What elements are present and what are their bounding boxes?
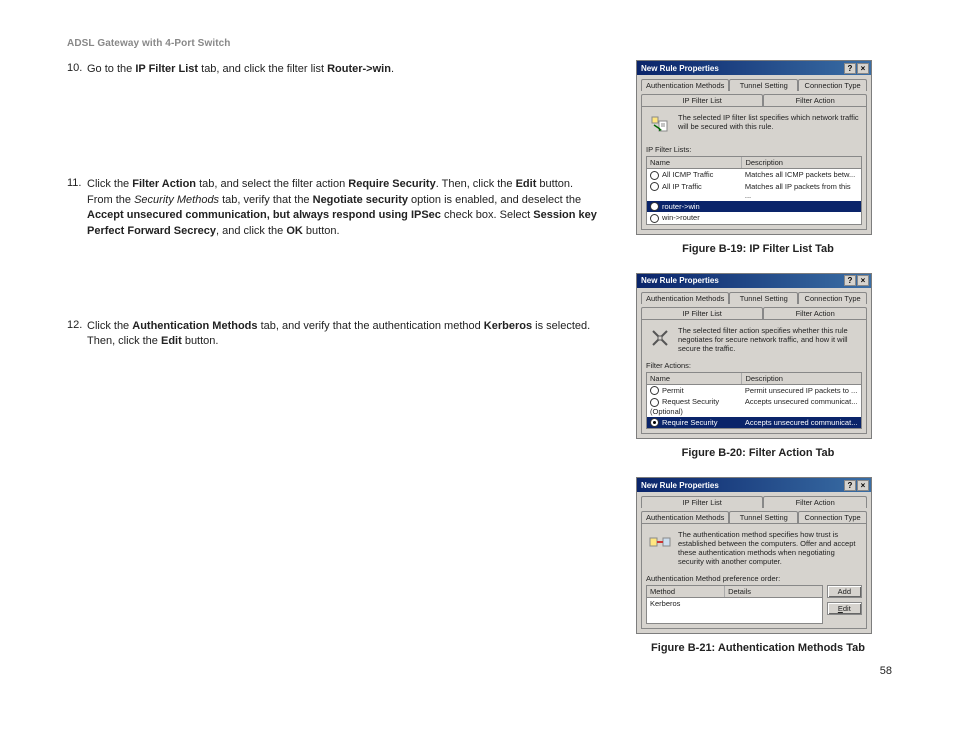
tab-auth-methods[interactable]: Authentication Methods (641, 292, 729, 304)
step-num: 11. (67, 177, 87, 239)
tab-auth-methods[interactable]: Authentication Methods (641, 79, 729, 91)
help-icon[interactable]: ? (844, 63, 856, 74)
filter-action-icon (648, 326, 672, 350)
section-label: Filter Actions: (646, 361, 862, 370)
dialog-desc: The selected filter action specifies whe… (678, 326, 860, 353)
col-desc[interactable]: Description (742, 373, 861, 384)
dialog-desc: The authentication method specifies how … (678, 530, 860, 566)
filter-list-icon (648, 113, 672, 137)
section-label: Authentication Method preference order: (646, 574, 862, 583)
tab-filter-action[interactable]: Filter Action (763, 496, 867, 508)
tab-ip-filter-list[interactable]: IP Filter List (641, 94, 763, 106)
tab-ip-filter-list[interactable]: IP Filter List (641, 307, 763, 319)
tab-ip-filter-list[interactable]: IP Filter List (641, 496, 763, 508)
close-icon[interactable]: × (857, 480, 869, 491)
step-12: 12. Click the Authentication Methods tab… (67, 319, 597, 350)
fig-caption-b21: Figure B-21: Authentication Methods Tab (636, 642, 880, 654)
dialog-title: New Rule Properties (639, 481, 843, 490)
step-11: 11. Click the Filter Action tab, and sel… (67, 177, 597, 239)
col-name[interactable]: Name (647, 157, 742, 168)
titlebar: New Rule Properties ? × (637, 61, 871, 75)
step-text: Go to the IP Filter List tab, and click … (87, 62, 394, 77)
tab-connection[interactable]: Connection Type (798, 292, 867, 304)
list-row[interactable]: All IP TrafficMatches all IP packets fro… (647, 181, 861, 201)
instruction-column: 10. Go to the IP Filter List tab, and cl… (67, 62, 597, 408)
figure-b19: New Rule Properties ? × Authentication M… (636, 60, 880, 255)
step-num: 12. (67, 319, 87, 350)
dialog-desc: The selected IP filter list specifies wh… (678, 113, 860, 131)
list-row[interactable]: PermitPermit unsecured IP packets to ... (647, 385, 861, 397)
close-icon[interactable]: × (857, 275, 869, 286)
dialog-b19: New Rule Properties ? × Authentication M… (636, 60, 872, 235)
dialog-title: New Rule Properties (639, 276, 843, 285)
help-icon[interactable]: ? (844, 480, 856, 491)
list-row[interactable]: Request Security (Optional)Accepts unsec… (647, 396, 861, 417)
fig-caption-b19: Figure B-19: IP Filter List Tab (636, 243, 880, 255)
tab-connection[interactable]: Connection Type (798, 79, 867, 91)
fig-caption-b20: Figure B-20: Filter Action Tab (636, 447, 880, 459)
tab-filter-action[interactable]: Filter Action (763, 94, 867, 106)
help-icon[interactable]: ? (844, 275, 856, 286)
tab-auth-methods[interactable]: Authentication Methods (641, 511, 729, 523)
tab-tunnel[interactable]: Tunnel Setting (729, 79, 798, 91)
col-details[interactable]: Details (725, 586, 822, 597)
edit-button[interactable]: Edit (827, 602, 862, 615)
list-row[interactable]: win->router (647, 212, 861, 224)
handshake-icon (648, 530, 672, 554)
figures-column: New Rule Properties ? × Authentication M… (636, 60, 880, 672)
col-name[interactable]: Name (647, 373, 742, 384)
product-header: ADSL Gateway with 4-Port Switch (67, 38, 231, 49)
dialog-title: New Rule Properties (639, 64, 843, 73)
col-method[interactable]: Method (647, 586, 725, 597)
titlebar: New Rule Properties ? × (637, 478, 871, 492)
figure-b20: New Rule Properties ? × Authentication M… (636, 273, 880, 460)
dialog-b21: New Rule Properties ? × IP Filter List F… (636, 477, 872, 634)
dialog-b20: New Rule Properties ? × Authentication M… (636, 273, 872, 440)
step-10: 10. Go to the IP Filter List tab, and cl… (67, 62, 597, 77)
list-row-selected[interactable]: Require SecurityAccepts unsecured commun… (647, 417, 861, 429)
page-number: 58 (880, 665, 892, 677)
list-row[interactable]: Kerberos (647, 598, 822, 609)
tab-filter-action[interactable]: Filter Action (763, 307, 867, 319)
filter-action-listbox[interactable]: Name Description PermitPermit unsecured … (646, 372, 862, 430)
list-row[interactable]: All ICMP TrafficMatches all ICMP packets… (647, 169, 861, 181)
tab-connection[interactable]: Connection Type (798, 511, 867, 523)
step-text: Click the Authentication Methods tab, an… (87, 319, 597, 350)
add-button[interactable]: Add (827, 585, 862, 598)
step-text: Click the Filter Action tab, and select … (87, 177, 597, 239)
tab-tunnel[interactable]: Tunnel Setting (729, 511, 798, 523)
step-num: 10. (67, 62, 87, 77)
tab-tunnel[interactable]: Tunnel Setting (729, 292, 798, 304)
ip-filter-listbox[interactable]: Name Description All ICMP TrafficMatches… (646, 156, 862, 225)
col-desc[interactable]: Description (742, 157, 861, 168)
section-label: IP Filter Lists: (646, 145, 862, 154)
titlebar: New Rule Properties ? × (637, 274, 871, 288)
list-row-selected[interactable]: router->win (647, 201, 861, 213)
figure-b21: New Rule Properties ? × IP Filter List F… (636, 477, 880, 654)
auth-method-listbox[interactable]: Method Details Kerberos (646, 585, 823, 624)
close-icon[interactable]: × (857, 63, 869, 74)
